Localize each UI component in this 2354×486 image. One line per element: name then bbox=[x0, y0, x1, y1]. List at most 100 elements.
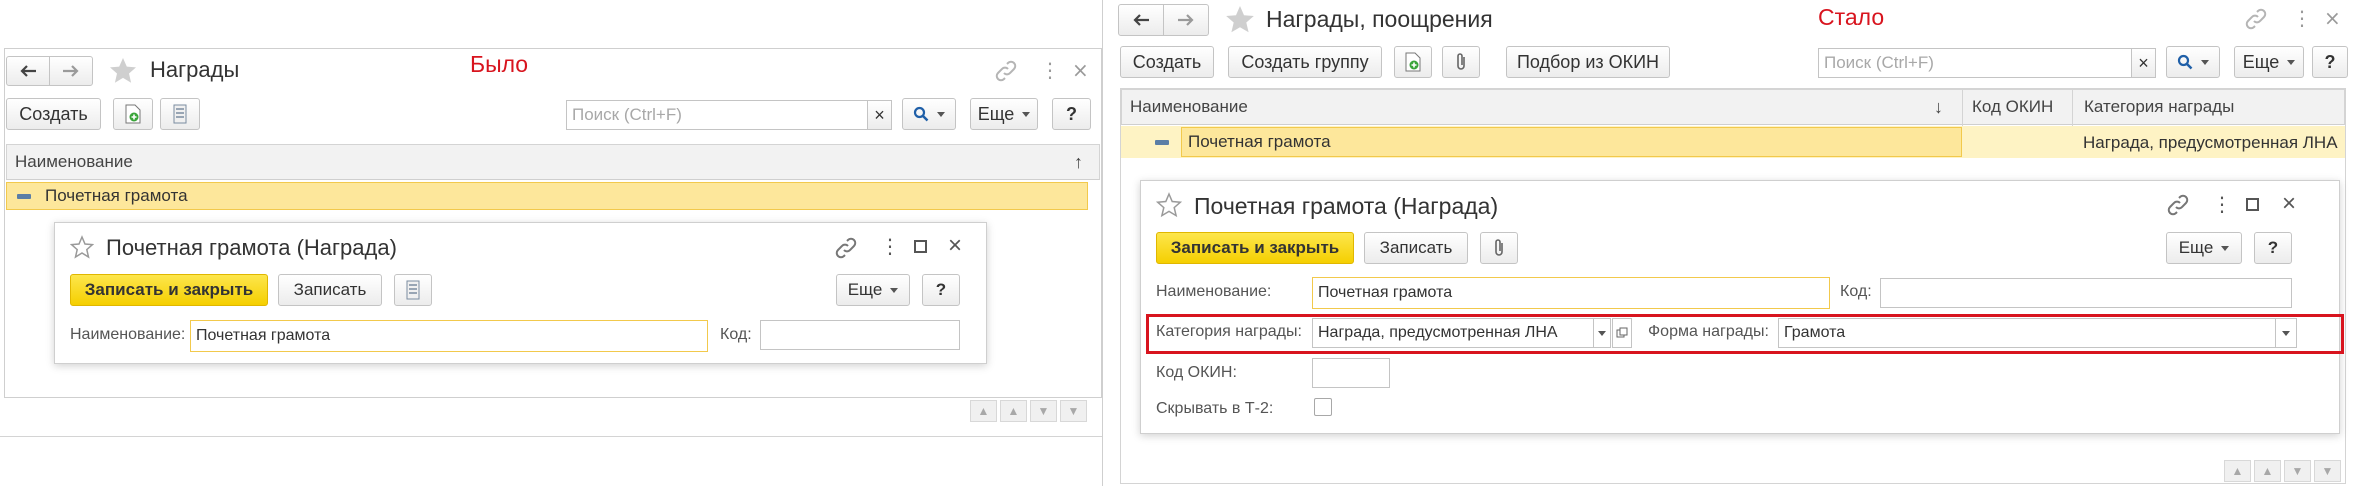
left-list-row[interactable]: Почетная грамота bbox=[6, 182, 1088, 210]
open-item-icon bbox=[1616, 327, 1628, 338]
left-name-field[interactable]: Почетная грамота bbox=[190, 320, 708, 352]
right-favorite-star-icon[interactable] bbox=[1224, 4, 1256, 36]
right-list-row[interactable]: Почетная грамота Награда, предусмотренна… bbox=[1121, 126, 2345, 158]
paperclip-icon bbox=[1495, 239, 1503, 256]
left-form-star-icon[interactable] bbox=[70, 235, 94, 259]
left-favorite-star-icon[interactable] bbox=[108, 56, 138, 86]
left-form-close-icon[interactable]: × bbox=[948, 232, 962, 260]
right-form-close-icon[interactable]: × bbox=[2282, 190, 2296, 218]
right-list-header: Наименование ↓ Код ОКИН Категория наград… bbox=[1121, 89, 2345, 126]
right-category-field[interactable]: Награда, предусмотренная ЛНА bbox=[1312, 318, 1594, 348]
left-forward-button[interactable] bbox=[49, 56, 93, 86]
left-code-field[interactable] bbox=[760, 320, 960, 350]
right-search-button[interactable] bbox=[2166, 46, 2220, 78]
right-okin-button[interactable]: Подбор из ОКИН bbox=[1506, 46, 1670, 78]
right-code-field[interactable] bbox=[1880, 278, 2292, 308]
right-save-close-button[interactable]: Записать и закрыть bbox=[1156, 232, 1354, 264]
right-help-button[interactable]: ? bbox=[2312, 46, 2348, 78]
right-attach-button[interactable] bbox=[1442, 46, 1480, 78]
left-scroll-top-button[interactable]: ▲ bbox=[970, 400, 997, 422]
right-form-label: Форма награды: bbox=[1648, 323, 1769, 340]
right-scroll-up-button[interactable]: ▲ bbox=[2254, 460, 2281, 482]
right-okin-label: Код ОКИН: bbox=[1156, 364, 1237, 381]
right-award-form-field[interactable]: Грамота bbox=[1778, 318, 2276, 348]
left-help-button[interactable]: ? bbox=[1052, 98, 1091, 130]
right-scroll-top-button[interactable]: ▲ bbox=[2224, 460, 2251, 482]
chevron-down-icon bbox=[2282, 330, 2290, 336]
left-save-button[interactable]: Записать bbox=[278, 274, 382, 306]
right-form-star-icon[interactable] bbox=[1156, 192, 1182, 218]
right-name-field[interactable]: Почетная грамота bbox=[1312, 277, 1830, 309]
right-form-more-label: Еще bbox=[2178, 238, 2214, 257]
right-column-divider-1 bbox=[1962, 90, 1963, 126]
right-scroll-bottom-button[interactable]: ▼ bbox=[2314, 460, 2341, 482]
left-close-icon[interactable]: × bbox=[1072, 58, 1089, 82]
chevron-down-icon bbox=[2221, 245, 2230, 251]
left-list-settings-button[interactable] bbox=[160, 98, 200, 130]
left-column-name[interactable]: Наименование bbox=[15, 152, 133, 172]
item-marker-icon bbox=[17, 194, 31, 199]
right-save-button[interactable]: Записать bbox=[1364, 232, 1468, 264]
right-link-icon[interactable] bbox=[2244, 8, 2268, 30]
left-create-button[interactable]: Создать bbox=[6, 98, 101, 130]
left-save-close-button[interactable]: Записать и закрыть bbox=[70, 274, 268, 306]
right-create-copy-button[interactable] bbox=[1394, 46, 1432, 78]
right-category-dropdown-button[interactable] bbox=[1593, 318, 1611, 348]
sort-desc-icon[interactable]: ↓ bbox=[1934, 97, 1943, 118]
left-menu-dots-icon[interactable]: ⋮ bbox=[1040, 58, 1060, 82]
right-column-divider-2 bbox=[2072, 90, 2073, 126]
chevron-down-icon bbox=[2201, 59, 2209, 65]
left-search-clear-button[interactable]: × bbox=[867, 100, 892, 130]
left-form-help-button[interactable]: ? bbox=[922, 274, 960, 306]
right-search-clear-button[interactable]: × bbox=[2131, 48, 2156, 78]
right-close-icon[interactable]: × bbox=[2324, 6, 2341, 30]
paperclip-icon bbox=[1457, 53, 1465, 70]
left-name-label: Наименование: bbox=[70, 326, 186, 343]
left-create-copy-button[interactable] bbox=[113, 98, 153, 130]
left-form-link-icon[interactable] bbox=[834, 237, 858, 259]
left-form-menu-dots-icon[interactable]: ⋮ bbox=[880, 234, 900, 259]
right-form-link-icon[interactable] bbox=[2166, 194, 2190, 216]
left-list-header: Наименование ↑ bbox=[6, 144, 1100, 180]
right-create-group-button[interactable]: Создать группу bbox=[1228, 46, 1382, 78]
right-back-button[interactable] bbox=[1118, 4, 1164, 36]
clear-x-icon: × bbox=[874, 104, 885, 125]
left-form-report-button[interactable] bbox=[394, 274, 432, 306]
right-award-form-dropdown-button[interactable] bbox=[2275, 318, 2297, 348]
right-search-input[interactable]: Поиск (Ctrl+F) bbox=[1818, 48, 2132, 78]
left-scroll-down-button[interactable]: ▼ bbox=[1030, 400, 1057, 422]
left-search-button[interactable] bbox=[902, 98, 956, 130]
right-more-label: Еще bbox=[2242, 51, 2280, 72]
left-search-input[interactable]: Поиск (Ctrl+F) bbox=[566, 100, 868, 130]
right-form-more-button[interactable]: Еще bbox=[2166, 232, 2242, 264]
right-form-title: Почетная грамота (Награда) bbox=[1194, 193, 1499, 219]
chevron-down-icon bbox=[1022, 111, 1031, 117]
right-more-button[interactable]: Еще bbox=[2234, 46, 2304, 78]
right-column-name[interactable]: Наименование bbox=[1130, 97, 1248, 117]
left-scroll-up-button[interactable]: ▲ bbox=[1000, 400, 1027, 422]
list-settings-icon bbox=[173, 104, 187, 124]
chevron-down-icon bbox=[1598, 330, 1606, 336]
left-scroll-bottom-button[interactable]: ▼ bbox=[1060, 400, 1087, 422]
right-scroll-down-button[interactable]: ▼ bbox=[2284, 460, 2311, 482]
right-forward-button[interactable] bbox=[1163, 4, 1209, 36]
right-form-maximize-icon[interactable] bbox=[2246, 198, 2259, 211]
left-more-button[interactable]: Еще bbox=[970, 98, 1038, 130]
right-okin-field[interactable] bbox=[1312, 358, 1390, 388]
right-column-okin[interactable]: Код ОКИН bbox=[1972, 97, 2053, 117]
right-hide-checkbox[interactable] bbox=[1314, 398, 1332, 416]
left-link-icon[interactable] bbox=[994, 60, 1018, 82]
right-form-attach-button[interactable] bbox=[1480, 232, 1518, 264]
right-create-button[interactable]: Создать bbox=[1120, 46, 1214, 78]
sort-asc-icon[interactable]: ↑ bbox=[1074, 152, 1083, 173]
right-menu-dots-icon[interactable]: ⋮ bbox=[2292, 6, 2312, 30]
right-form-help-button[interactable]: ? bbox=[2254, 232, 2292, 264]
left-divider-bottom bbox=[0, 436, 1102, 437]
right-row-category: Награда, предусмотренная ЛНА bbox=[2083, 133, 2338, 152]
left-form-more-button[interactable]: Еще bbox=[836, 274, 910, 306]
right-column-category[interactable]: Категория награды bbox=[2084, 97, 2234, 117]
left-back-button[interactable] bbox=[6, 56, 50, 86]
right-form-menu-dots-icon[interactable]: ⋮ bbox=[2212, 192, 2232, 217]
left-form-maximize-icon[interactable] bbox=[914, 240, 927, 253]
right-category-open-button[interactable] bbox=[1612, 318, 1632, 348]
